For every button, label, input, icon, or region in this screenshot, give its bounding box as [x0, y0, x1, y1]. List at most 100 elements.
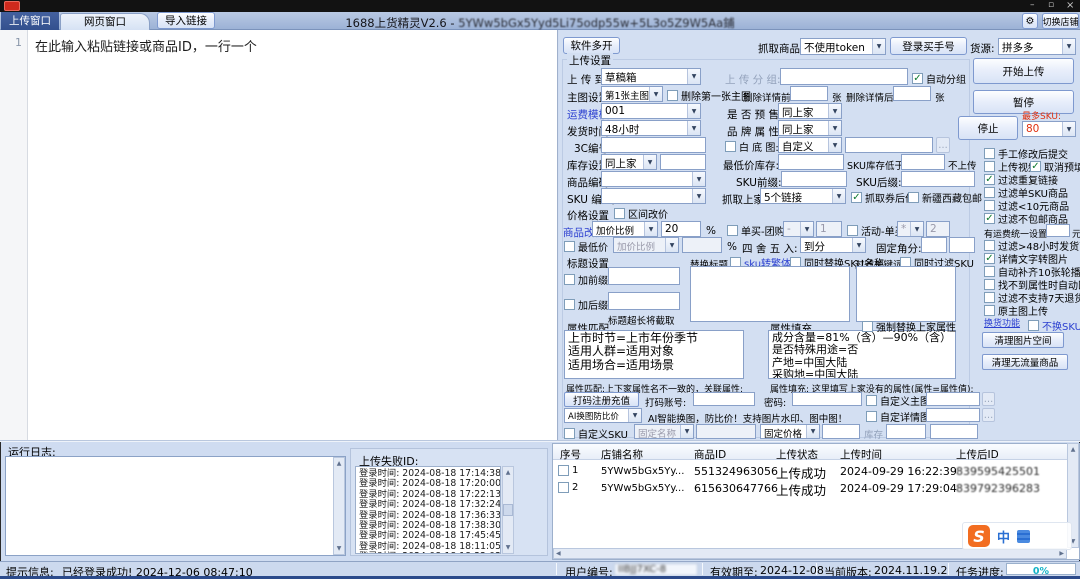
min-price-checkbox[interactable]: 最低价 [564, 239, 608, 254]
sogou-logo-icon[interactable]: S [968, 525, 990, 547]
c3-code-input[interactable] [601, 137, 706, 153]
custom-main-pic-browse-button[interactable]: … [982, 392, 995, 406]
item-code-select[interactable]: ▼ [601, 171, 706, 187]
range-price-checkbox[interactable]: 区间改价 [614, 206, 668, 221]
auto-group-checkbox[interactable]: ✓自动分组 [912, 71, 966, 86]
custom-sku-stock-input[interactable] [886, 424, 926, 439]
tab-web-window[interactable]: 网页窗口 [60, 13, 150, 30]
close-button[interactable]: × [1066, 0, 1074, 11]
custom-sku-price-input[interactable] [822, 424, 860, 439]
ime-tools-icon[interactable] [1017, 530, 1030, 543]
white-bg-select[interactable]: 自定义▼ [778, 137, 842, 153]
activity-single-input[interactable]: 2 [926, 221, 950, 237]
sku-prefix-input[interactable] [781, 171, 847, 187]
scroll-up-icon[interactable]: ▲ [1071, 444, 1076, 455]
col-header-status[interactable]: 上传状态 [776, 447, 818, 462]
gear-icon[interactable]: ⚙ [1022, 13, 1038, 29]
white-bg-input[interactable] [845, 137, 933, 153]
custom-detail-pic-browse-button[interactable]: … [982, 408, 995, 422]
custom-sku-name-select[interactable]: 固定名称▼ [634, 424, 694, 439]
custom-sku-price-select[interactable]: 固定价格▼ [760, 424, 820, 439]
custom-detail-pic-checkbox[interactable]: 自定详情图 [866, 409, 930, 424]
sku-suffix-input[interactable] [901, 171, 975, 187]
activity-single-mode-select[interactable]: *▼ [897, 221, 924, 237]
link-editor[interactable] [0, 30, 558, 440]
presale-select[interactable]: 同上家▼ [778, 103, 842, 119]
force-replace-attr-checkbox[interactable]: 强制替换上家属性 [862, 319, 956, 334]
rounding-select[interactable]: 到分▼ [800, 237, 866, 253]
start-upload-button[interactable]: 开始上传 [973, 58, 1074, 84]
swap-goods-link[interactable]: 换货功能 [984, 316, 1020, 329]
multi-open-button[interactable]: 软件多开 [563, 37, 620, 54]
maximize-button[interactable]: ▫ [1048, 0, 1054, 10]
col-header-shop[interactable]: 店铺名称 [601, 447, 643, 462]
scrollbar-thumb[interactable] [503, 504, 513, 516]
min-price-stock-input[interactable] [778, 154, 844, 170]
login-buyer-button[interactable]: 登录买手号 [890, 37, 967, 55]
scroll-right-icon[interactable]: ▶ [1057, 550, 1066, 557]
white-bg-checkbox[interactable]: 白 底 图: [725, 139, 779, 154]
single-group-input[interactable]: 1 [816, 221, 842, 237]
col-header-after-id[interactable]: 上传后ID [956, 447, 999, 462]
captcha-password-input[interactable] [792, 392, 862, 406]
scroll-up-icon[interactable]: ▲ [506, 467, 511, 478]
delete-first-pic-checkbox[interactable]: 删除第一张主图 [667, 88, 751, 103]
col-header-item-id[interactable]: 商品ID [694, 447, 726, 462]
clean-no-traffic-button[interactable]: 清理无流量商品 [982, 354, 1068, 370]
activity-single-checkbox[interactable]: 活动-单买 [847, 223, 905, 238]
min-price-mode-select[interactable]: 加价比例▼ [613, 237, 679, 253]
freight-unified-input[interactable] [1046, 224, 1070, 237]
custom-sku-checkbox[interactable]: 自定义SKU [564, 426, 628, 441]
run-log-scrollbar[interactable]: ▲▼ [333, 457, 345, 555]
sku-stock-below-input[interactable] [901, 154, 945, 170]
add-suffix-input[interactable] [608, 292, 680, 310]
fail-id-list[interactable]: 登录时间: 2024-08-18 17:14:38 登录时间: 2024-08-… [355, 466, 501, 554]
stock-select[interactable]: 同上家▼ [601, 154, 657, 170]
filter-keyword-textarea[interactable] [856, 266, 956, 322]
scroll-left-icon[interactable]: ◀ [554, 550, 563, 557]
upload-group-input[interactable] [780, 68, 908, 85]
custom-sku-name-input[interactable] [696, 424, 756, 439]
ai-swap-select[interactable]: AI换图防比价▼ [564, 408, 642, 423]
custom-main-pic-checkbox[interactable]: 自定义主图 [866, 393, 930, 408]
add-suffix-checkbox[interactable]: 加后缀 [564, 297, 608, 312]
upload-to-select[interactable]: 草稿箱▼ [601, 68, 701, 85]
scroll-down-icon[interactable]: ▼ [337, 543, 342, 554]
scroll-up-icon[interactable]: ▲ [337, 458, 342, 469]
ime-toolbar[interactable]: S 中 [962, 522, 1072, 550]
delete-detail-front-input[interactable] [790, 86, 828, 101]
fixed-cents-input-1[interactable] [921, 237, 947, 253]
custom-detail-pic-input[interactable] [926, 408, 980, 422]
import-link-button[interactable]: 导入链接 [157, 12, 215, 29]
run-log-box[interactable] [5, 456, 346, 556]
add-prefix-checkbox[interactable]: 加前缀 [564, 272, 608, 287]
col-header-time[interactable]: 上传时间 [840, 447, 882, 462]
scroll-down-icon[interactable]: ▼ [506, 542, 511, 553]
ime-chinese-mode-icon[interactable]: 中 [997, 527, 1010, 546]
item-reprice-input[interactable]: 20 [661, 221, 701, 237]
col-header-index[interactable]: 序号 [560, 447, 581, 462]
grab-shops-select[interactable]: 5个链接▼ [760, 188, 846, 204]
custom-main-pic-input[interactable] [926, 392, 980, 406]
single-group-checkbox[interactable]: 单买-团购 [727, 223, 785, 238]
max-sku-select[interactable]: 80▼ [1022, 121, 1076, 137]
brand-attr-select[interactable]: 同上家▼ [778, 120, 842, 136]
tab-upload-window[interactable]: 上传窗口 [1, 12, 59, 30]
switch-shop-button[interactable]: 切换店铺 [1042, 13, 1079, 29]
minimize-button[interactable]: – [1030, 0, 1035, 10]
main-pic-select[interactable]: 第1张主图▼ [601, 86, 663, 102]
item-reprice-mode-select[interactable]: 加价比例▼ [592, 221, 658, 237]
attr-match-textarea[interactable]: 上市时节=上市年份季节 适用人群=适用对象 适用场合=适用场景 [564, 330, 744, 379]
freight-template-select[interactable]: 001▼ [601, 103, 701, 119]
captcha-account-input[interactable] [693, 392, 755, 406]
delete-detail-back-input[interactable] [893, 86, 931, 101]
attr-fill-textarea[interactable]: 成分含量=81%（含）—90%（含） 是否特殊用途=否 产地=中国大陆 采购地=… [768, 330, 956, 379]
white-bg-browse-button[interactable]: … [936, 137, 950, 153]
replace-title-textarea[interactable] [690, 266, 850, 322]
coupon-price-checkbox[interactable]: ✓抓取券后价 [851, 190, 915, 205]
row-checkbox[interactable]: 2 [558, 482, 578, 493]
ship-time-select[interactable]: 48小时▼ [601, 120, 701, 136]
stock-input[interactable] [660, 154, 706, 170]
captcha-recharge-button[interactable]: 打码注册充值 [564, 392, 639, 407]
add-prefix-input[interactable] [608, 267, 680, 285]
